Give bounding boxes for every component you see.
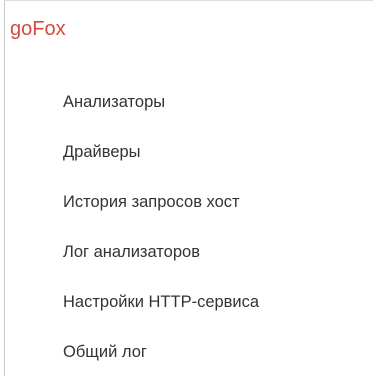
menu-item-http-service-settings[interactable]: Настройки HTTP-сервиса [63, 290, 259, 314]
menu-item-general-log[interactable]: Общий лог [63, 340, 147, 364]
menu-item-host-request-history[interactable]: История запросов хост [63, 190, 240, 214]
navigation-panel: goFox Анализаторы Драйверы История запро… [4, 0, 373, 376]
menu-item-drivers[interactable]: Драйверы [63, 140, 141, 164]
app-title[interactable]: goFox [10, 17, 66, 41]
menu-item-analyzers[interactable]: Анализаторы [63, 90, 165, 114]
menu-item-analyzers-log[interactable]: Лог анализаторов [63, 240, 200, 264]
